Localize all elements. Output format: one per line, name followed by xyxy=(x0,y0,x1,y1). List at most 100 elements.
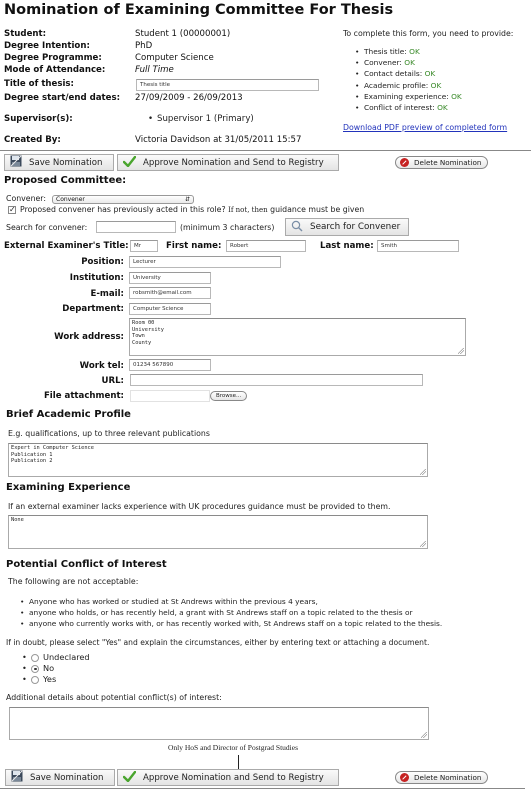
dates-value: 27/09/2009 - 26/09/2013 xyxy=(135,93,243,103)
save-nomination-button-bottom[interactable]: Save Nomination xyxy=(5,769,115,786)
save-nomination-label: Save Nomination xyxy=(29,157,103,168)
requirement-item: Convener: OK xyxy=(355,58,415,67)
checkmark-icon xyxy=(122,155,137,170)
examining-experience-heading: Examining Experience xyxy=(6,482,131,493)
requirement-item: Academic profile: OK xyxy=(355,81,442,90)
download-pdf-link[interactable]: Download PDF preview of completed form xyxy=(343,123,507,132)
resize-grip-icon[interactable] xyxy=(458,348,464,354)
examiner-title-input[interactable]: Mr xyxy=(130,240,158,252)
position-label: Position: xyxy=(81,257,124,267)
work-address-value: Room 00 University Town County xyxy=(132,320,164,346)
search-convener-hint: (minimum 3 characters) xyxy=(180,223,275,232)
page-title: Nomination of Examining Committee For Th… xyxy=(4,2,394,18)
conflict-rule: anyone who holds, or has recently held, … xyxy=(20,608,413,617)
delete-nomination-button[interactable]: Delete Nomination xyxy=(395,156,489,169)
academic-profile-textarea[interactable]: Expert in Computer Science Publication 1… xyxy=(8,443,428,477)
work-address-label: Work address: xyxy=(54,332,124,342)
delete-nomination-label: Delete Nomination xyxy=(414,158,482,167)
url-label: URL: xyxy=(101,376,124,386)
previous-acted-checkbox[interactable]: ✓ xyxy=(8,206,16,214)
last-name-input[interactable]: Smith xyxy=(377,240,459,252)
previous-acted-label: Proposed convener has previously acted i… xyxy=(20,205,226,214)
requirements-intro: To complete this form, you need to provi… xyxy=(343,29,514,38)
requirement-item: Contact details: OK xyxy=(355,69,436,78)
search-convener-label: Search for convener: xyxy=(6,223,88,232)
requirement-label: Contact details: xyxy=(364,69,423,78)
approve-nomination-button[interactable]: Approve Nomination and Send to Registry xyxy=(117,154,339,171)
annotation-pointer-line xyxy=(238,755,239,770)
save-nomination-button[interactable]: Save Nomination xyxy=(4,154,114,171)
previous-acted-note-2: guidance must be given xyxy=(270,205,365,214)
requirement-item: Examining experience: OK xyxy=(355,92,462,101)
institution-input[interactable]: University xyxy=(129,272,211,284)
convener-select[interactable]: Convener ⇵ xyxy=(52,195,194,204)
requirement-status: OK xyxy=(451,92,462,101)
examining-experience-textarea[interactable]: None xyxy=(8,515,428,549)
requirement-item: Thesis title: OK xyxy=(355,47,420,56)
convener-label: Convener: xyxy=(6,194,47,203)
approve-nomination-button-bottom[interactable]: Approve Nomination and Send to Registry xyxy=(117,769,339,786)
department-input[interactable]: Computer Science xyxy=(129,303,211,315)
conflict-rule: anyone who currently works with, or has … xyxy=(20,619,442,628)
degree-intention-label: Degree Intention: xyxy=(4,41,90,51)
student-label: Student: xyxy=(4,29,47,39)
first-name-input[interactable]: Robert xyxy=(226,240,306,252)
file-path-field[interactable] xyxy=(130,390,210,402)
resize-grip-icon[interactable] xyxy=(421,732,427,738)
email-label: E-mail: xyxy=(90,289,124,299)
previous-acted-note: If not, then xyxy=(228,206,268,214)
option-label: No xyxy=(43,663,55,673)
conflict-details-textarea[interactable] xyxy=(9,707,429,740)
requirement-label: Examining experience: xyxy=(364,92,449,101)
requirement-status: OK xyxy=(430,81,442,90)
work-address-textarea[interactable]: Room 00 University Town County xyxy=(129,318,466,356)
delete-nomination-button-bottom[interactable]: Delete Nomination xyxy=(395,771,489,784)
save-disk-icon xyxy=(10,155,22,170)
option-label: Undeclared xyxy=(43,652,90,662)
browse-button[interactable]: Browse... xyxy=(210,391,248,401)
requirement-label: Convener: xyxy=(364,58,402,67)
bottom-divider xyxy=(0,788,525,789)
supervisor-item: Supervisor 1 (Primary) xyxy=(148,114,254,124)
mode-value: Full Time xyxy=(135,65,174,75)
requirement-item: Conflict of interest: OK xyxy=(355,103,448,112)
thesis-title-label: Title of thesis: xyxy=(4,79,74,89)
radio-undeclared[interactable] xyxy=(31,653,39,662)
resize-grip-icon[interactable] xyxy=(420,541,426,547)
academic-profile-heading: Brief Academic Profile xyxy=(6,409,131,420)
conflict-option-undeclared[interactable]: Undeclared xyxy=(22,652,90,662)
top-divider xyxy=(0,150,531,151)
examining-experience-hint: If an external examiner lacks experience… xyxy=(8,502,391,511)
conflict-intro: The following are not acceptable: xyxy=(8,577,139,586)
conflict-option-yes[interactable]: Yes xyxy=(22,674,56,684)
thesis-title-input[interactable]: Thesis title xyxy=(136,79,319,91)
requirement-status: OK xyxy=(424,69,436,78)
email-input[interactable]: robsmith@email.com xyxy=(129,287,211,299)
conflict-rule: Anyone who has worked or studied at St A… xyxy=(20,597,318,606)
url-input[interactable] xyxy=(130,374,423,386)
radio-no[interactable] xyxy=(31,664,39,673)
requirement-status: OK xyxy=(404,58,415,67)
previous-acted-row: ✓ Proposed convener has previously acted … xyxy=(8,205,364,214)
search-convener-button-label: Search for Convener xyxy=(310,222,401,232)
supervisors-label: Supervisor(s): xyxy=(4,114,73,124)
requirement-status: OK xyxy=(437,103,448,112)
file-attachment-label: File attachment: xyxy=(43,391,124,401)
degree-programme-value: Computer Science xyxy=(135,53,214,63)
degree-intention-value: PhD xyxy=(135,41,153,51)
approve-nomination-label: Approve Nomination and Send to Registry xyxy=(143,157,324,168)
approve-nomination-label: Approve Nomination and Send to Registry xyxy=(143,772,324,783)
search-convener-button[interactable]: Search for Convener xyxy=(285,218,409,236)
mode-label: Mode of Attendance: xyxy=(4,65,106,75)
conflict-details-label: Additional details about potential confl… xyxy=(6,693,222,702)
radio-yes[interactable] xyxy=(31,675,39,684)
delete-icon xyxy=(400,773,409,782)
conflict-option-no[interactable]: No xyxy=(22,663,55,673)
search-convener-input[interactable] xyxy=(96,221,176,233)
save-disk-icon xyxy=(11,770,23,785)
work-tel-input[interactable]: 01234 567890 xyxy=(129,359,211,371)
delete-icon xyxy=(400,158,409,167)
resize-grip-icon[interactable] xyxy=(420,469,426,475)
position-input[interactable]: Lecturer xyxy=(129,256,281,268)
conflict-heading: Potential Conflict of Interest xyxy=(6,559,167,570)
